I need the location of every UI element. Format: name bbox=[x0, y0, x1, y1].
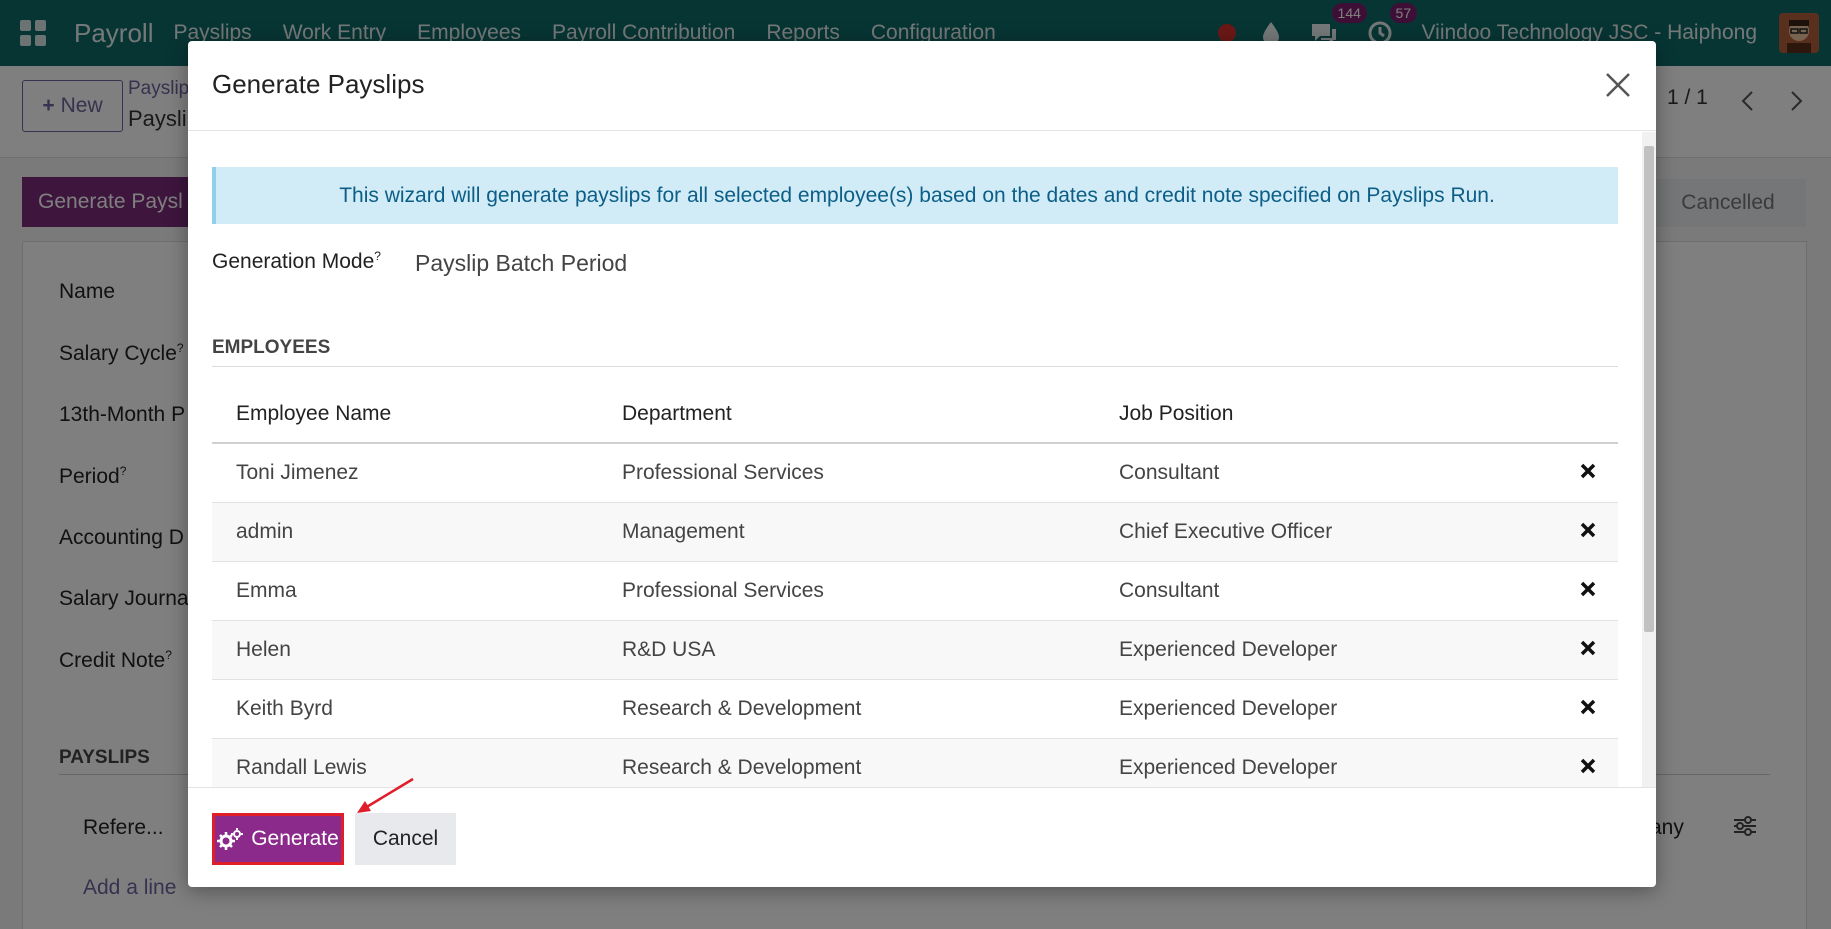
column-job-position[interactable]: Job Position bbox=[1095, 386, 1558, 444]
dialog-title: Generate Payslips bbox=[212, 69, 425, 99]
annotation-arrow-icon bbox=[357, 777, 414, 813]
table-row[interactable]: Helen R&D USA Experienced Developer bbox=[212, 620, 1618, 680]
employees-heading: EMPLOYEES bbox=[212, 337, 331, 358]
info-alert: This wizard will generate payslips for a… bbox=[212, 167, 1618, 224]
dialog-header: Generate Payslips bbox=[188, 41, 1656, 131]
help-mark[interactable]: ? bbox=[374, 249, 381, 263]
cell-department[interactable]: Research & Development bbox=[598, 738, 1095, 787]
generation-mode-field[interactable]: Payslip Batch Period bbox=[415, 250, 627, 277]
delete-icon[interactable] bbox=[1558, 502, 1618, 562]
generate-payslips-dialog: Generate Payslips This wizard will gener… bbox=[188, 41, 1656, 887]
scrollbar-thumb[interactable] bbox=[1644, 146, 1654, 632]
delete-icon[interactable] bbox=[1558, 561, 1618, 621]
table-row[interactable]: Emma Professional Services Consultant bbox=[212, 561, 1618, 621]
cell-department[interactable]: Management bbox=[598, 502, 1095, 562]
cell-job-position[interactable]: Experienced Developer bbox=[1095, 620, 1558, 680]
delete-icon[interactable] bbox=[1558, 443, 1618, 503]
cell-department[interactable]: Professional Services bbox=[598, 443, 1095, 503]
cell-department[interactable]: Professional Services bbox=[598, 561, 1095, 621]
close-icon[interactable] bbox=[1598, 65, 1638, 105]
column-employee-name[interactable]: Employee Name bbox=[212, 386, 598, 444]
cell-employee-name[interactable]: Helen bbox=[212, 620, 598, 680]
generation-mode-label: Generation Mode? bbox=[212, 249, 381, 274]
cell-department[interactable]: Research & Development bbox=[598, 679, 1095, 739]
divider bbox=[212, 366, 1618, 367]
cell-employee-name[interactable]: Toni Jimenez bbox=[212, 443, 598, 503]
cell-employee-name[interactable]: admin bbox=[212, 502, 598, 562]
cell-job-position[interactable]: Consultant bbox=[1095, 561, 1558, 621]
generate-button-label: Generate bbox=[251, 827, 339, 850]
table-row[interactable]: Randall Lewis Research & Development Exp… bbox=[212, 738, 1618, 787]
generation-mode-label-text: Generation Mode bbox=[212, 250, 375, 273]
cell-employee-name[interactable]: Emma bbox=[212, 561, 598, 621]
cell-job-position[interactable]: Experienced Developer bbox=[1095, 679, 1558, 739]
cell-department[interactable]: R&D USA bbox=[598, 620, 1095, 680]
table-row[interactable]: admin Management Chief Executive Officer bbox=[212, 502, 1618, 562]
cancel-button[interactable]: Cancel bbox=[355, 813, 456, 865]
cell-job-position[interactable]: Consultant bbox=[1095, 443, 1558, 503]
cell-job-position[interactable]: Experienced Developer bbox=[1095, 738, 1558, 787]
delete-icon[interactable] bbox=[1558, 738, 1618, 787]
delete-icon[interactable] bbox=[1558, 679, 1618, 739]
delete-icon[interactable] bbox=[1558, 620, 1618, 680]
column-actions bbox=[1558, 386, 1618, 444]
cell-employee-name[interactable]: Keith Byrd bbox=[212, 679, 598, 739]
generate-button[interactable]: Generate bbox=[212, 813, 344, 865]
gears-icon bbox=[217, 828, 244, 850]
table-row[interactable]: Keith Byrd Research & Development Experi… bbox=[212, 679, 1618, 739]
column-department[interactable]: Department bbox=[598, 386, 1095, 444]
dialog-body: This wizard will generate payslips for a… bbox=[188, 132, 1656, 787]
table-row[interactable]: Toni Jimenez Professional Services Consu… bbox=[212, 443, 1618, 503]
cell-job-position[interactable]: Chief Executive Officer bbox=[1095, 502, 1558, 562]
table-header-row: Employee Name Department Job Position bbox=[212, 386, 1618, 444]
employees-table: Employee Name Department Job Position To… bbox=[212, 386, 1618, 787]
dialog-scrollbar[interactable] bbox=[1642, 132, 1656, 787]
